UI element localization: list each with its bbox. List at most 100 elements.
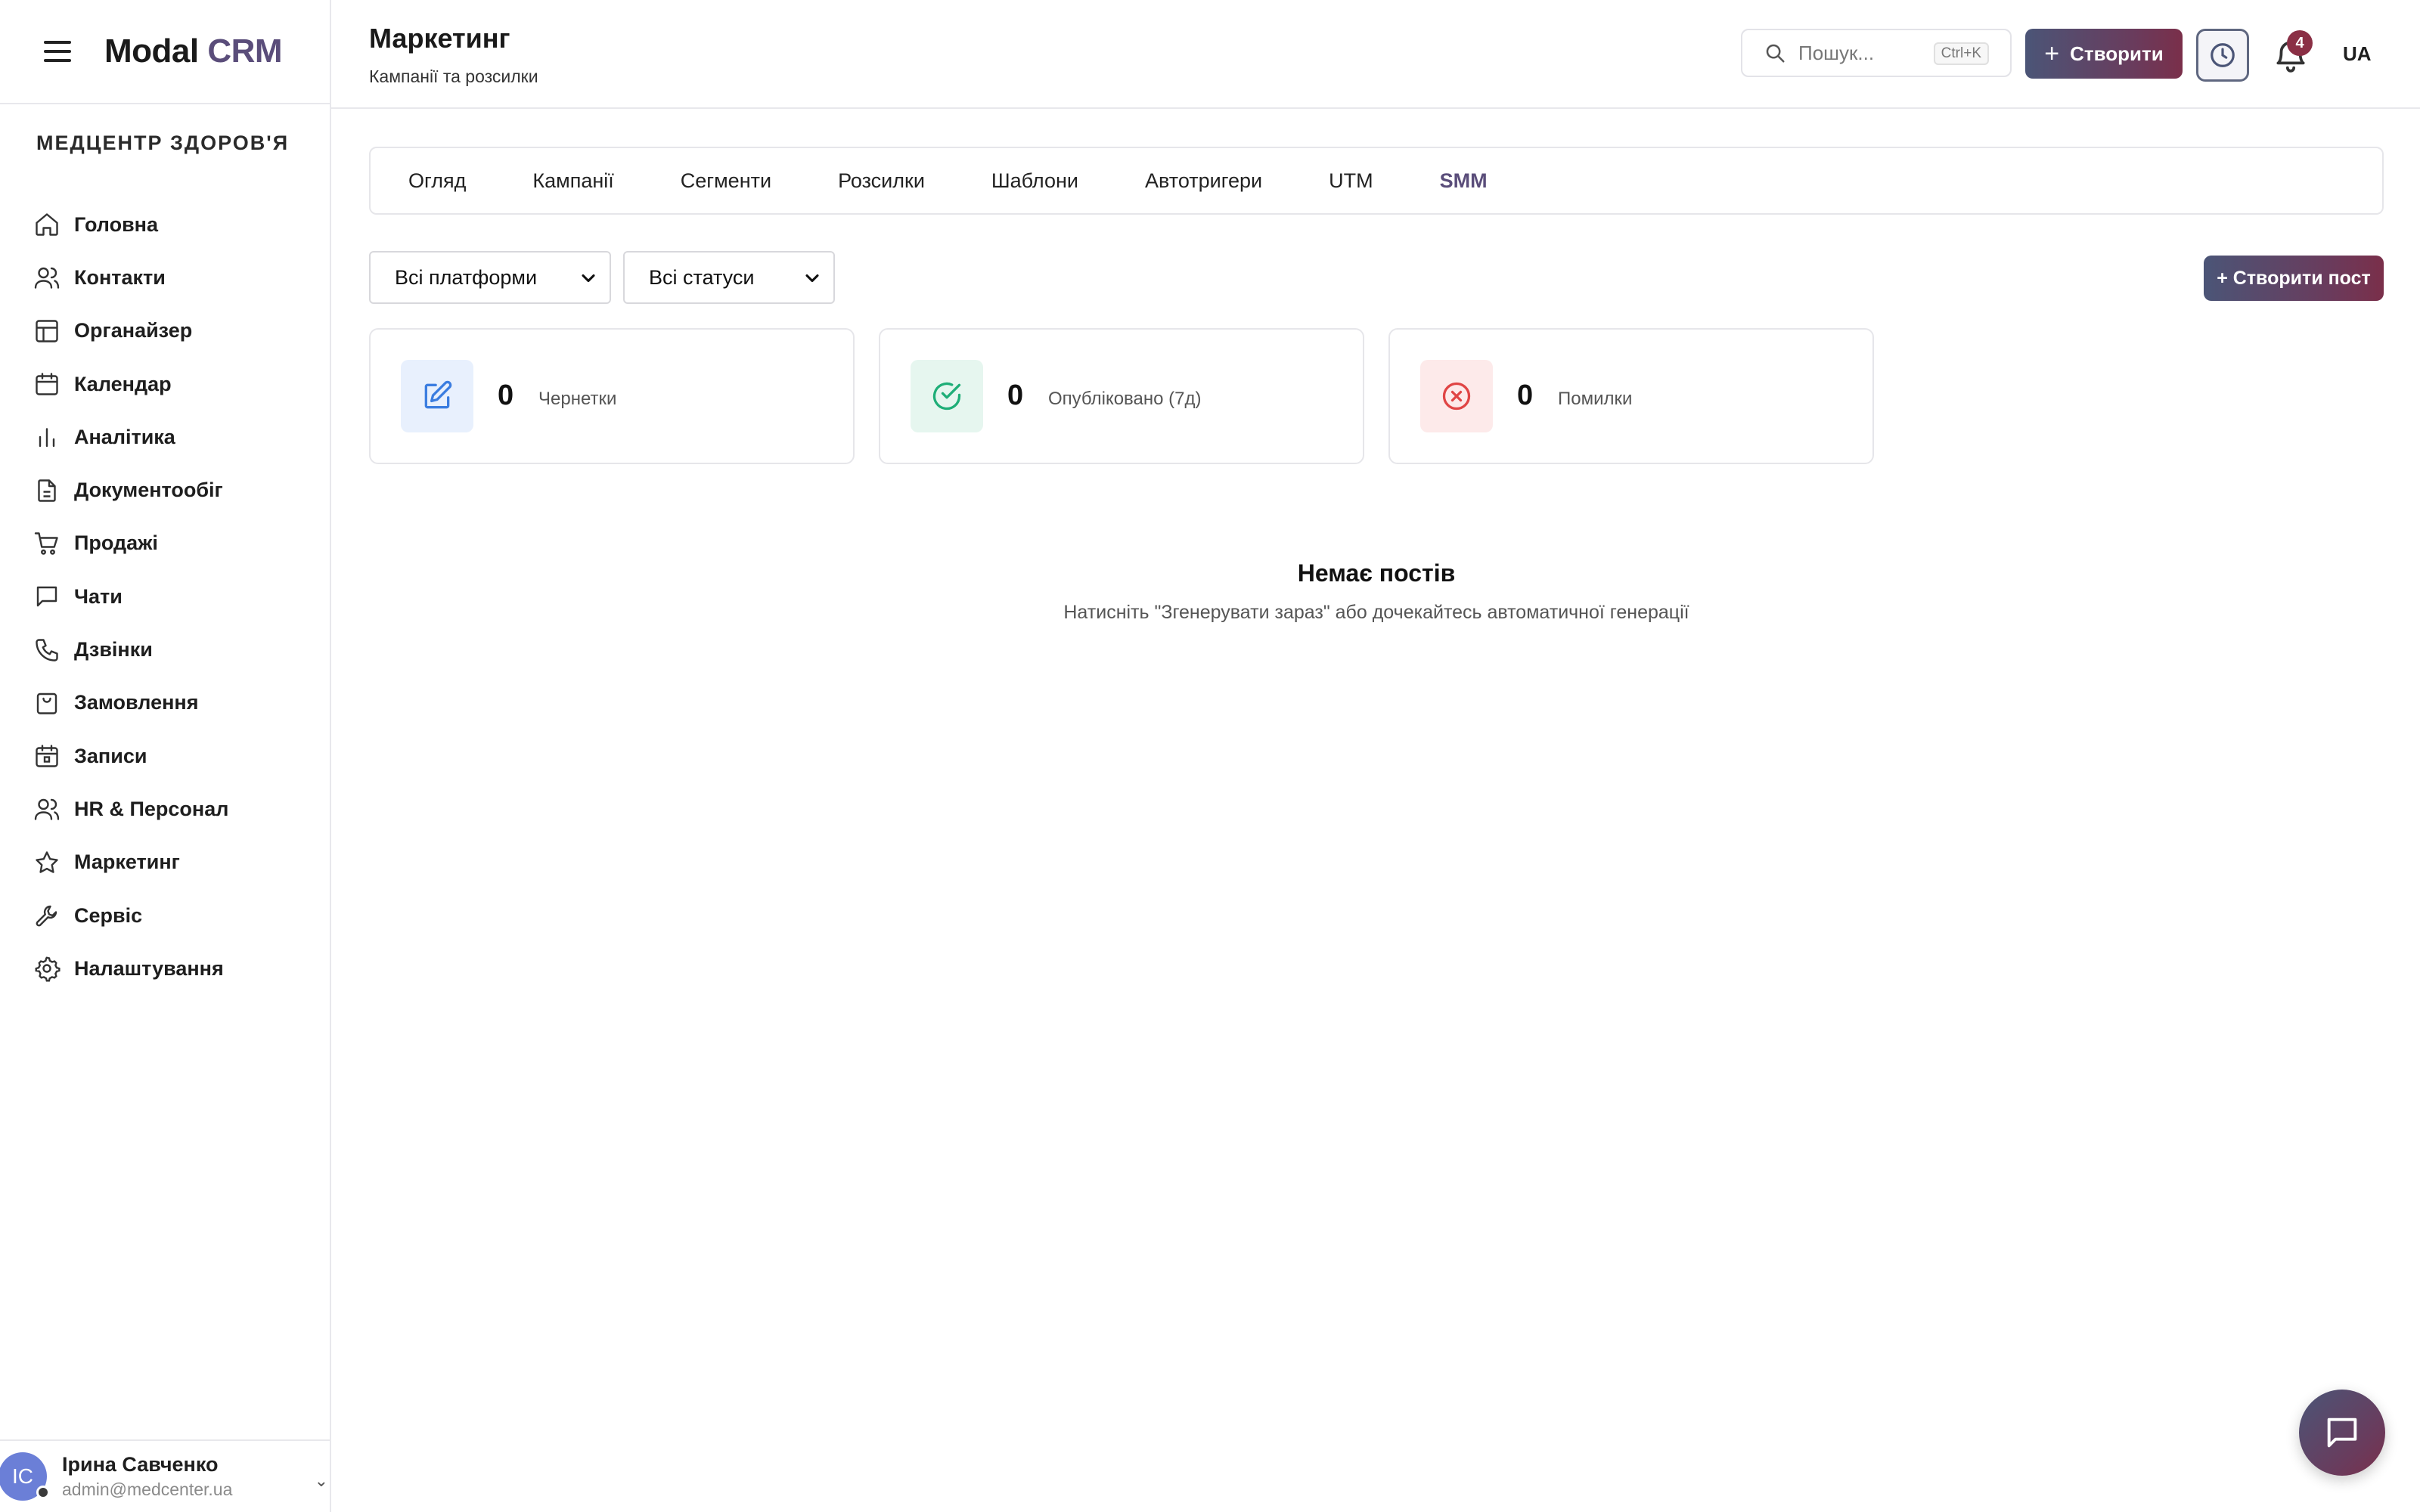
bar-chart-icon	[39, 428, 55, 448]
platform-select[interactable]: Всі платформи	[369, 251, 611, 304]
tab-templates[interactable]: Шаблони	[991, 169, 1078, 193]
search-placeholder: Пошук...	[1798, 41, 1875, 64]
stat-value: 0	[498, 380, 514, 411]
sidebar-item-service[interactable]: Сервіс	[33, 889, 313, 942]
sidebar-item-analytics[interactable]: Аналітика	[33, 411, 313, 463]
sidebar-item-label: Маркетинг	[74, 850, 180, 874]
star-icon	[36, 851, 58, 873]
sidebar-item-appointments[interactable]: Записи	[33, 730, 313, 782]
user-name: Ірина Савченко	[62, 1453, 219, 1476]
sidebar-item-label: Продажі	[74, 531, 158, 555]
sidebar-item-label: HR & Персонал	[74, 797, 229, 820]
avatar-initials: IC	[12, 1464, 33, 1488]
sidebar-item-label: Аналітика	[74, 425, 175, 448]
sidebar-item-hr[interactable]: HR & Персонал	[33, 782, 313, 835]
document-icon	[38, 479, 56, 502]
wrench-icon	[36, 905, 57, 927]
users-icon	[34, 268, 60, 290]
people-icon	[34, 799, 60, 821]
message-icon	[2327, 1418, 2357, 1448]
tab-autotriggers[interactable]: Автотригери	[1145, 169, 1262, 193]
stat-card-errors: 0 Помилки	[1388, 328, 1874, 464]
status-dot	[36, 1486, 50, 1499]
logo-main-text: Modal	[104, 33, 199, 70]
avatar: IC	[0, 1452, 50, 1501]
notification-badge: 4	[2287, 30, 2313, 56]
sidebar-item-label: Календар	[74, 372, 172, 395]
history-button[interactable]	[2196, 29, 2249, 82]
stat-label: Чернетки	[538, 389, 617, 409]
org-name: МЕДЦЕНТР ЗДОРОВ'Я	[36, 132, 290, 154]
x-circle-icon	[1420, 360, 1493, 432]
topbar: Маркетинг Кампанії та розсилки Пошук... …	[331, 0, 2420, 109]
calendar-icon	[36, 373, 58, 395]
tab-segments[interactable]: Сегменти	[681, 169, 771, 193]
sidebar-item-label: Документообіг	[74, 479, 223, 502]
create-button[interactable]: + Створити	[2025, 29, 2183, 79]
stat-card-drafts: 0 Чернетки	[369, 328, 855, 464]
clock-icon	[2211, 43, 2235, 67]
stat-card-published: 0 Опубліковано (7д)	[879, 328, 1364, 464]
stat-label: Опубліковано (7д)	[1048, 389, 1202, 409]
gear-icon	[35, 956, 60, 982]
menu-icon[interactable]	[44, 41, 71, 62]
bag-icon	[36, 692, 57, 714]
sidebar-item-settings[interactable]: Налаштування	[33, 942, 313, 995]
stat-value: 0	[1517, 380, 1534, 411]
empty-state-subtitle: Натисніть "Згенерувати зараз" або дочека…	[1063, 602, 1689, 623]
sidebar-item-label: Сервіс	[74, 903, 143, 927]
home-icon	[36, 213, 58, 236]
sidebar-item-documents[interactable]: Документообіг	[33, 463, 313, 516]
sidebar-item-calls[interactable]: Дзвінки	[33, 623, 313, 676]
app-logo[interactable]: Modal CRM	[104, 33, 283, 70]
search-icon	[1766, 44, 1785, 63]
tab-utm[interactable]: UTM	[1329, 169, 1373, 193]
logo-brand-text: CRM	[207, 33, 283, 70]
sidebar-item-calendar[interactable]: Календар	[33, 358, 313, 411]
search-input[interactable]: Пошук... Ctrl+K	[1741, 29, 2012, 77]
chevron-down-icon	[805, 274, 819, 283]
layout-icon	[36, 320, 58, 342]
tab-smm[interactable]: SMM	[1440, 169, 1488, 193]
sidebar-nav: Головна Контакти Органайзер Календар Ана…	[33, 198, 313, 995]
calendar-check-icon	[36, 745, 58, 767]
user-email: admin@medcenter.ua	[62, 1479, 233, 1499]
create-button-label: Створити	[2070, 42, 2164, 65]
sidebar-header: Modal CRM	[0, 0, 330, 104]
search-shortcut: Ctrl+K	[1933, 42, 1989, 65]
sidebar-item-home[interactable]: Головна	[33, 198, 313, 251]
user-info: Ірина Савченко admin@medcenter.ua	[62, 1453, 232, 1500]
create-post-button[interactable]: + Створити пост	[2204, 256, 2384, 301]
check-circle-icon	[911, 360, 983, 432]
empty-state-title: Немає постів	[1297, 559, 1456, 587]
stat-value: 0	[1007, 380, 1024, 411]
edit-icon	[401, 360, 473, 432]
page-title: Маркетинг	[369, 23, 510, 54]
sidebar-item-label: Замовлення	[74, 691, 199, 714]
status-select[interactable]: Всі статуси	[623, 251, 835, 304]
tab-campaigns[interactable]: Кампанії	[532, 169, 613, 193]
chat-button[interactable]	[2299, 1390, 2385, 1476]
language-switcher[interactable]: UA	[2343, 42, 2372, 66]
sidebar-item-label: Контакти	[74, 265, 166, 289]
chevron-down-icon[interactable]: ⌄	[315, 1471, 328, 1491]
sidebar-item-organizer[interactable]: Органайзер	[33, 305, 313, 358]
user-profile[interactable]: IC Ірина Савченко admin@medcenter.ua ⌄	[0, 1439, 331, 1512]
sidebar-item-marketing[interactable]: Маркетинг	[33, 836, 313, 889]
sidebar-item-label: Налаштування	[74, 956, 224, 980]
sidebar-item-label: Дзвінки	[74, 638, 153, 662]
stat-label: Помилки	[1558, 389, 1633, 409]
sidebar-item-contacts[interactable]: Контакти	[33, 251, 313, 304]
sidebar-item-label: Органайзер	[74, 319, 193, 342]
sidebar-item-label: Записи	[74, 744, 147, 767]
plus-icon: +	[2044, 39, 2060, 68]
chevron-down-icon	[582, 274, 595, 283]
phone-icon	[36, 638, 58, 662]
marketing-tabs: Огляд Кампанії Сегменти Розсилки Шаблони…	[369, 147, 2384, 215]
sidebar-item-label: Головна	[74, 212, 158, 236]
tab-overview[interactable]: Огляд	[408, 169, 466, 193]
platform-select-value: Всі платформи	[395, 265, 538, 289]
sidebar: Modal CRM МЕДЦЕНТР ЗДОРОВ'Я Головна Конт…	[0, 0, 331, 1512]
sidebar-item-orders[interactable]: Замовлення	[33, 677, 313, 730]
tab-mailings[interactable]: Розсилки	[838, 169, 925, 193]
